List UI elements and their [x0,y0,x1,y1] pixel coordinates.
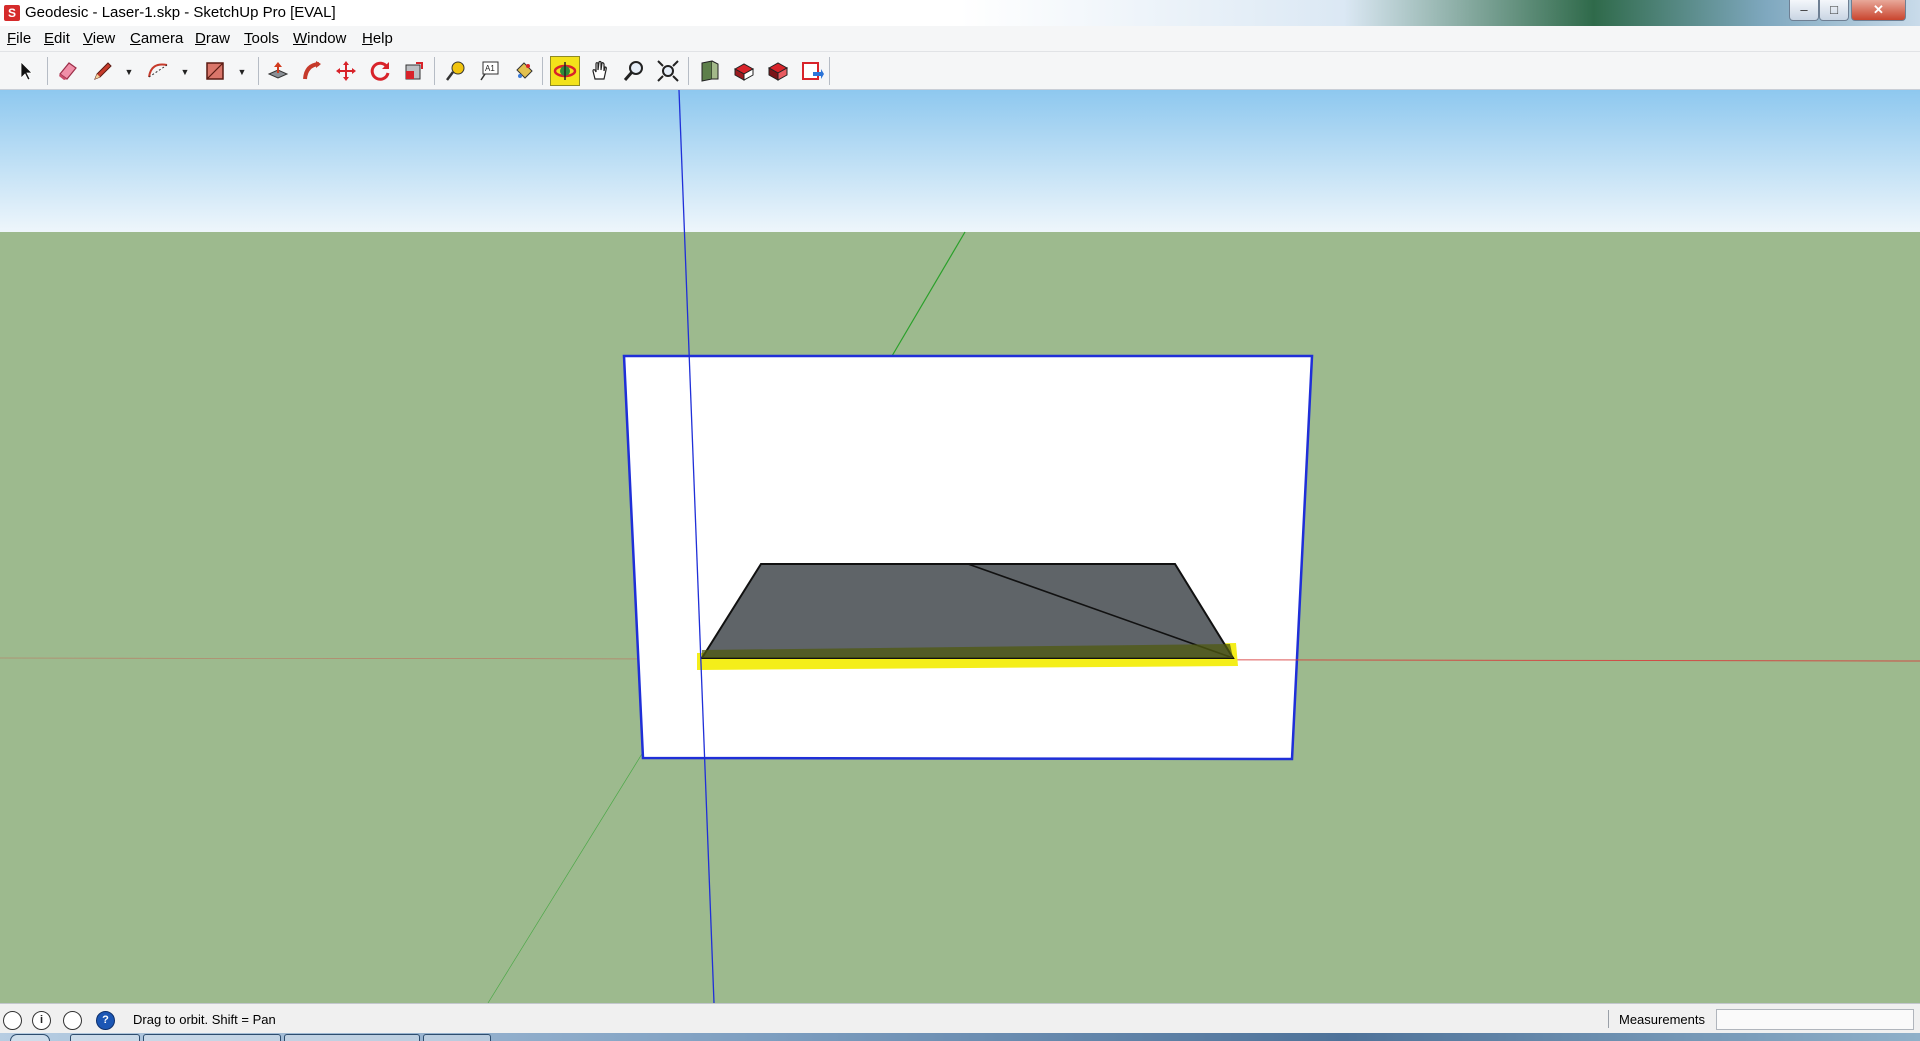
sky [0,90,1920,232]
geo-location-icon[interactable] [3,1011,22,1030]
toolbar-divider [47,57,48,85]
credits-info-icon[interactable]: i [32,1011,51,1030]
move-icon[interactable] [331,56,361,86]
title-bar: S Geodesic - Laser-1.skp - SketchUp Pro … [0,0,1920,26]
measurements-input[interactable] [1716,1009,1914,1030]
toolbar-divider [829,57,830,85]
menu-help[interactable]: Help [362,30,393,47]
menu-draw[interactable]: Draw [195,30,230,47]
rotate-icon[interactable] [365,56,395,86]
modeling-viewport[interactable] [0,90,1920,1003]
sketchup-app-icon: S [4,5,20,21]
zoom-icon[interactable] [619,56,649,86]
menu-edit[interactable]: Edit [44,30,70,47]
status-hint: Drag to orbit. Shift = Pan [133,1012,276,1027]
arc-dropdown-chevron-icon[interactable]: ▼ [180,67,190,77]
get-models-icon[interactable] [763,56,793,86]
pan-hand-icon[interactable] [585,56,615,86]
eraser-icon[interactable] [53,56,83,86]
menu-view[interactable]: View [83,30,115,47]
measurements-divider [1608,1010,1609,1028]
scale-icon[interactable] [399,56,429,86]
shape-dropdown-chevron-icon[interactable]: ▼ [237,67,247,77]
line-dropdown-chevron-icon[interactable]: ▼ [124,67,134,77]
measurements-label: Measurements [1619,1012,1705,1027]
white-panel [622,354,1314,761]
svg-text:A1: A1 [485,64,495,73]
menu-camera[interactable]: Camera [130,30,183,47]
windows-taskbar [0,1033,1920,1041]
menu-tools[interactable]: Tools [244,30,279,47]
pencil-line-icon[interactable] [88,56,118,86]
minimize-button[interactable]: – [1789,0,1819,21]
orbit-icon[interactable] [550,56,580,86]
taskbar-app-button[interactable] [70,1034,140,1041]
help-icon[interactable]: ? [96,1011,115,1030]
menu-window[interactable]: Window [293,30,346,47]
toolbar-divider [258,57,259,85]
menu-file[interactable]: File [7,30,31,47]
menu-bar: File Edit View Camera Draw Tools Window … [0,26,1920,52]
close-button[interactable]: ✕ [1851,0,1906,21]
sketchup-window: S Geodesic - Laser-1.skp - SketchUp Pro … [0,0,1920,1041]
status-bar: i ? Drag to orbit. Shift = Pan Measureme… [0,1003,1920,1033]
window-title: Geodesic - Laser-1.skp - SketchUp Pro [E… [25,4,336,21]
arc-icon[interactable] [143,56,173,86]
user-icon[interactable] [63,1011,82,1030]
push-pull-icon[interactable] [263,56,293,86]
getting-started-toolbar: ▼ ▼ ▼ A1 [0,52,1920,90]
components-icon[interactable] [729,56,759,86]
gray-face [700,563,1235,659]
taskbar-app-button[interactable] [284,1034,420,1041]
toolbar-divider [434,57,435,85]
previous-view-icon[interactable] [695,56,725,86]
toolbar-divider [688,57,689,85]
scene-canvas[interactable] [0,90,1920,1003]
select-tool-icon[interactable] [11,56,41,86]
zoom-extents-icon[interactable] [653,56,683,86]
taskbar-app-button[interactable] [423,1034,491,1041]
taskbar-app-button[interactable] [143,1034,281,1041]
start-orb-icon[interactable] [10,1034,50,1041]
send-to-layout-icon[interactable] [797,56,827,86]
paint-bucket-icon[interactable] [509,56,539,86]
follow-me-icon[interactable] [297,56,327,86]
rectangle-icon[interactable] [200,56,230,86]
tape-measure-icon[interactable] [441,56,471,86]
text-tool-icon[interactable]: A1 [475,56,505,86]
toolbar-divider [542,57,543,85]
maximize-button[interactable]: □ [1819,0,1849,21]
